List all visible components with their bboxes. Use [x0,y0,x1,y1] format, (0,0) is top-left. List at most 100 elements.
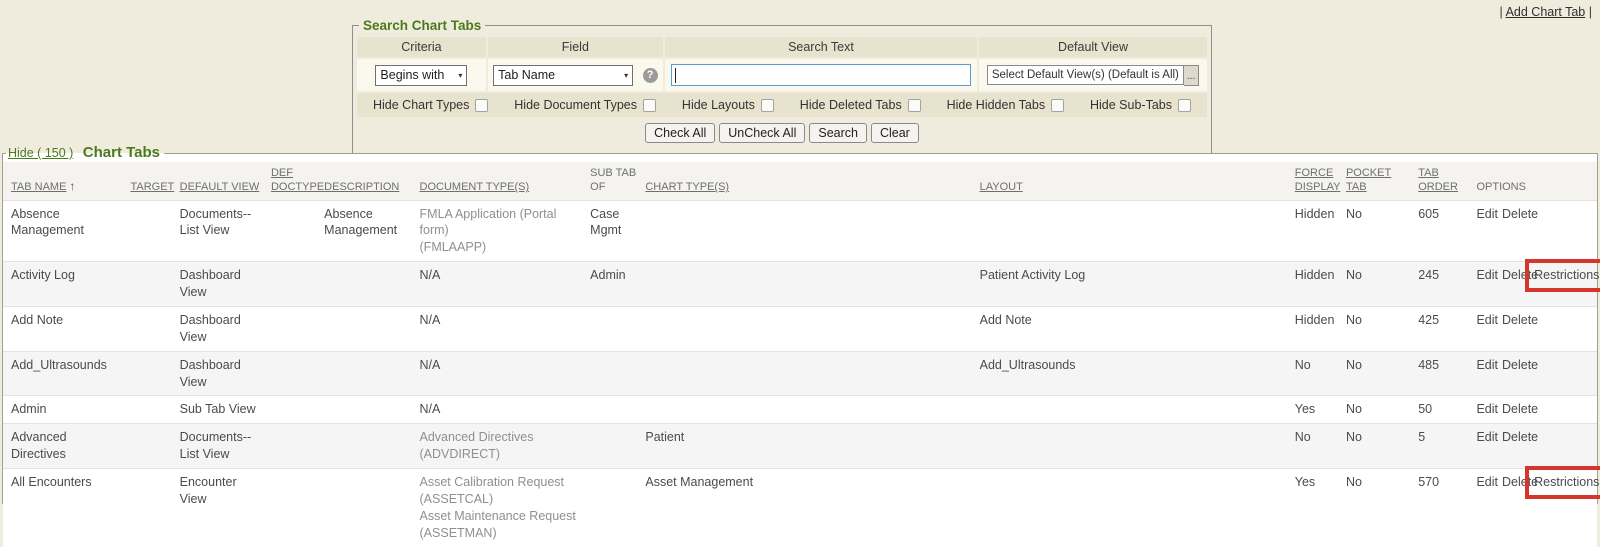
cell-pocket-tab: No [1346,200,1418,262]
edit-link[interactable]: Edit [1476,475,1498,489]
document-type: N/A [420,401,585,418]
column-header-label: OF [590,180,641,194]
column-header-label[interactable]: TAB [1346,180,1414,194]
delete-link[interactable]: Delete [1502,358,1538,372]
cell-target [130,351,179,396]
cell-tab-name: Add_Ultrasounds [3,351,130,396]
cell-default-view: Documents-- List View [180,424,271,469]
uncheck-all-button[interactable]: UnCheck All [719,123,805,143]
add-chart-tab-link[interactable]: Add Chart Tab [1506,5,1586,19]
cell-def-doctype [271,351,324,396]
checkbox[interactable] [908,99,921,112]
document-type: Asset Maintenance Request (ASSETMAN) [420,508,585,542]
checkbox[interactable] [643,99,656,112]
cell-default-view: Encounter View [180,469,271,547]
cell-force-display: Yes [1295,469,1346,547]
cell-def-doctype [271,396,324,424]
column-header-label[interactable]: DESCRIPTION [324,180,415,194]
cell-pocket-tab: No [1346,424,1418,469]
edit-link[interactable]: Edit [1476,358,1498,372]
checkbox[interactable] [1178,99,1191,112]
cell-target [130,262,179,307]
column-header-label: SUB TAB [590,166,641,180]
checkbox[interactable] [475,99,488,112]
document-type: FMLA Application (Portal form) (FMLAAPP) [420,206,585,257]
checkbox[interactable] [761,99,774,112]
restrictions-highlight-box[interactable]: Restrictions [1525,466,1600,499]
column-header-label[interactable]: ORDER [1418,180,1472,194]
column-header-label[interactable]: DISPLAY [1295,180,1342,194]
edit-link[interactable]: Edit [1476,313,1498,327]
column-header-label[interactable]: FORCE [1295,166,1342,180]
column-header-label[interactable]: DEF [271,166,320,180]
column-header-description[interactable]: DESCRIPTION [324,162,419,200]
column-header-tab-order[interactable]: TABORDER [1418,162,1476,200]
column-header-force-display[interactable]: FORCEDISPLAY [1295,162,1346,200]
cell-description [324,424,419,469]
cell-def-doctype [271,306,324,351]
search-button[interactable]: Search [809,123,867,143]
column-header-label[interactable]: DEFAULT VIEW [180,180,267,194]
default-view-more-button[interactable]: ... [1184,65,1199,86]
document-type: N/A [420,267,585,284]
document-type: N/A [420,357,585,374]
restrictions-link[interactable]: Restrictions [1534,268,1599,282]
search-text-input[interactable] [671,64,971,86]
column-header-label[interactable]: CHART TYPE(S) [645,180,975,194]
check-all-button[interactable]: Check All [645,123,715,143]
cell-default-view: Sub Tab View [180,396,271,424]
checkbox[interactable] [1051,99,1064,112]
cell-target [130,200,179,262]
column-header-layout[interactable]: LAYOUT [980,162,1295,200]
edit-link[interactable]: Edit [1476,207,1498,221]
cell-chart-types [645,306,979,351]
cell-chart-types [645,351,979,396]
delete-link[interactable]: Delete [1502,207,1538,221]
text-caret [675,68,676,83]
column-header-label[interactable]: POCKET [1346,166,1414,180]
document-type: Asset Calibration Request (ASSETCAL) [420,474,585,508]
column-header-label[interactable]: LAYOUT [980,180,1291,194]
criteria-select[interactable]: Begins with ▾ [375,65,467,86]
column-header-default-view[interactable]: DEFAULT VIEW [180,162,271,200]
field-column-header: Field [488,37,663,57]
hide-count-link[interactable]: Hide ( 150 ) [8,146,73,160]
cell-layout: Patient Activity Log [980,262,1295,307]
edit-link[interactable]: Edit [1476,268,1498,282]
edit-link[interactable]: Edit [1476,402,1498,416]
sort-ascending-icon: ↑ [69,179,75,195]
clear-button[interactable]: Clear [871,123,919,143]
column-header-def-doctype[interactable]: DEFDOCTYPE [271,162,324,200]
chart-tabs-title: Chart Tabs [83,144,160,161]
restrictions-highlight-box[interactable]: Restrictions [1525,259,1600,292]
field-select[interactable]: Tab Name ▾ [493,65,633,86]
column-header-target[interactable]: TARGET [130,162,179,200]
cell-chart-types: Patient [645,424,979,469]
column-header-label[interactable]: DOCUMENT TYPE(S) [420,180,587,194]
column-header-label[interactable]: TAB [1418,166,1472,180]
column-header-label[interactable]: DOCTYPE [271,180,320,194]
default-view-selector-button[interactable]: Select Default View(s) (Default is All) [987,65,1184,85]
column-header-pocket-tab[interactable]: POCKETTAB [1346,162,1418,200]
delete-link[interactable]: Delete [1502,313,1538,327]
cell-target [130,424,179,469]
cell-options: Edit Delete [1476,351,1597,396]
help-icon[interactable]: ? [643,68,658,83]
delete-link[interactable]: Delete [1502,430,1538,444]
search-form-table: Criteria Field Search Text Default View … [355,35,1209,149]
cell-options: Edit Delete [1476,424,1597,469]
cell-tab-order: 605 [1418,200,1476,262]
column-header-label[interactable]: TAB NAME [11,180,66,194]
column-header-chart-types[interactable]: CHART TYPE(S) [645,162,979,200]
delete-link[interactable]: Delete [1502,402,1538,416]
cell-force-display: Hidden [1295,262,1346,307]
column-header-label[interactable]: TARGET [130,180,175,194]
column-header-tab-name[interactable]: TAB NAME↑ [3,162,130,200]
cell-tab-name: Advanced Directives [3,424,130,469]
table-row: All EncountersEncounter ViewAsset Calibr… [3,469,1597,547]
column-header-document-types[interactable]: DOCUMENT TYPE(S) [420,162,591,200]
edit-link[interactable]: Edit [1476,430,1498,444]
cell-tab-name: Admin [3,396,130,424]
cell-description [324,351,419,396]
restrictions-link[interactable]: Restrictions [1534,475,1599,489]
